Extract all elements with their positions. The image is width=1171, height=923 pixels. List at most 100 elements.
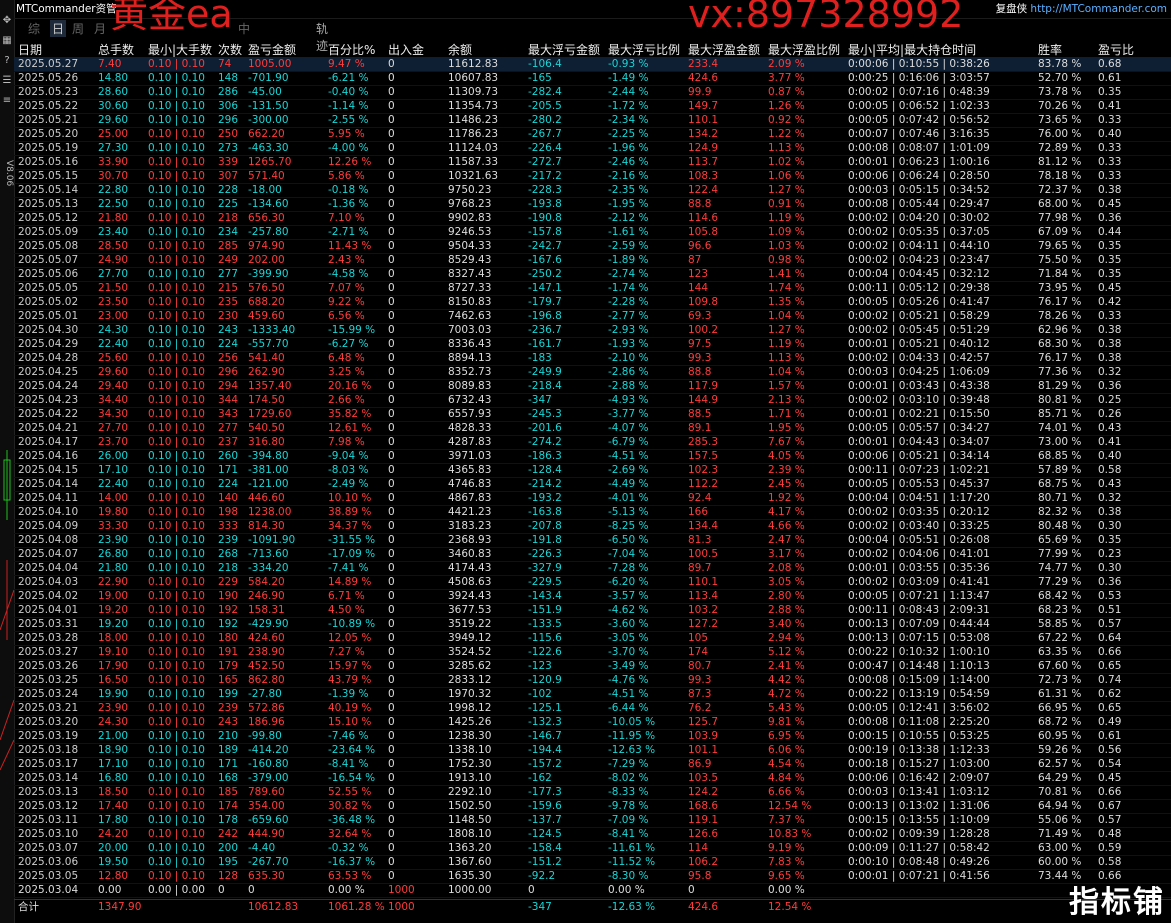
- col-header-percent[interactable]: 百分比%: [328, 41, 375, 58]
- table-row[interactable]: 2025.04.10 19.80 0.10 | 0.10 198 1238.00 38.8…: [14, 505, 1171, 520]
- table-row[interactable]: 2025.03.18 18.90 0.10 | 0.10 189 -414.20 -23.…: [14, 743, 1171, 758]
- table-row[interactable]: 2025.03.13 18.50 0.10 | 0.10 185 789.60 52.55…: [14, 785, 1171, 800]
- col-header-pl-ratio[interactable]: 盈亏比: [1098, 41, 1134, 58]
- table-row[interactable]: 2025.05.16 33.90 0.10 | 0.10 339 1265.70 12.2…: [14, 155, 1171, 170]
- col-header-in-out[interactable]: 出入金: [388, 41, 424, 58]
- col-header-balance[interactable]: 余额: [448, 41, 472, 58]
- col-header-trade-count[interactable]: 次数: [218, 41, 242, 58]
- table-row[interactable]: 2025.05.26 14.80 0.10 | 0.10 148 -701.90 -6.2…: [14, 71, 1171, 86]
- table-row[interactable]: 2025.05.21 29.60 0.10 | 0.10 296 -300.00 -2.5…: [14, 113, 1171, 128]
- table-row[interactable]: 2025.04.28 25.60 0.10 | 0.10 256 541.40 6.48 …: [14, 351, 1171, 366]
- table-row[interactable]: 2025.03.07 20.00 0.10 | 0.10 200 -4.40 -0.32 …: [14, 841, 1171, 856]
- col-header-total-lots[interactable]: 总手数: [98, 41, 134, 58]
- col-header-hold-times[interactable]: 最小|平均|最大持仓时间: [848, 41, 976, 58]
- table-row[interactable]: 2025.03.17 17.10 0.10 | 0.10 171 -160.80 -8.4…: [14, 757, 1171, 772]
- table-row[interactable]: 2025.05.02 23.50 0.10 | 0.10 235 688.20 9.22 …: [14, 295, 1171, 310]
- table-row[interactable]: 2025.05.14 22.80 0.10 | 0.10 228 -18.00 -0.18…: [14, 183, 1171, 198]
- table-row[interactable]: 2025.03.20 24.30 0.10 | 0.10 243 186.96 15.10…: [14, 715, 1171, 730]
- cell-trade-count: 234: [218, 226, 239, 238]
- help-icon[interactable]: ?: [0, 54, 14, 68]
- table-row[interactable]: 2025.03.11 17.80 0.10 | 0.10 178 -659.60 -36.…: [14, 813, 1171, 828]
- chart-icon[interactable]: ▦: [0, 34, 14, 48]
- table-row[interactable]: 2025.03.12 17.40 0.10 | 0.10 174 354.00 30.82…: [14, 799, 1171, 814]
- cell-min-max-lots: 0.10 | 0.10: [148, 128, 205, 140]
- table-row[interactable]: 2025.03.10 24.20 0.10 | 0.10 242 444.90 32.64…: [14, 827, 1171, 842]
- tab-week[interactable]: 周: [72, 20, 84, 37]
- cell-max-float-profit-pct: 2.13 %: [768, 394, 805, 406]
- table-row[interactable]: 2025.05.07 24.90 0.10 | 0.10 249 202.00 2.43 …: [14, 253, 1171, 268]
- review-url[interactable]: http://MTCommander.com: [1030, 3, 1167, 15]
- table-row[interactable]: 2025.04.15 17.10 0.10 | 0.10 171 -381.00 -8.0…: [14, 463, 1171, 478]
- table-row[interactable]: 2025.04.16 26.00 0.10 | 0.10 260 -394.80 -9.0…: [14, 449, 1171, 464]
- table-row[interactable]: 2025.04.04 21.80 0.10 | 0.10 218 -334.20 -7.4…: [14, 561, 1171, 576]
- table-row[interactable]: 2025.04.07 26.80 0.10 | 0.10 268 -713.60 -17.…: [14, 547, 1171, 562]
- tab-summary[interactable]: 综: [28, 20, 40, 37]
- col-header-min-max-lots[interactable]: 最小|大手数: [148, 41, 212, 58]
- col-header-max-float-profit[interactable]: 最大浮盈金额: [688, 41, 760, 58]
- table-row[interactable]: 2025.05.23 28.60 0.10 | 0.10 286 -45.00 -0.40…: [14, 85, 1171, 100]
- table-row[interactable]: 2025.04.29 22.40 0.10 | 0.10 224 -557.70 -6.2…: [14, 337, 1171, 352]
- table-row[interactable]: 2025.03.21 23.90 0.10 | 0.10 239 572.86 40.19…: [14, 701, 1171, 716]
- cell-max-float-loss-pct: -2.59 %: [608, 240, 649, 252]
- table-row[interactable]: 2025.04.14 22.40 0.10 | 0.10 224 -121.00 -2.4…: [14, 477, 1171, 492]
- table-row[interactable]: 2025.04.30 24.30 0.10 | 0.10 243 -1333.40 -15…: [14, 323, 1171, 338]
- table-row[interactable]: 2025.04.17 23.70 0.10 | 0.10 237 316.80 7.98 …: [14, 435, 1171, 450]
- table-row[interactable]: 2025.04.09 33.30 0.10 | 0.10 333 814.30 34.37…: [14, 519, 1171, 534]
- table-row[interactable]: 2025.05.05 21.50 0.10 | 0.10 215 576.50 7.07 …: [14, 281, 1171, 296]
- table-row[interactable]: 2025.03.19 21.00 0.10 | 0.10 210 -99.80 -7.46…: [14, 729, 1171, 744]
- table-row[interactable]: 2025.03.25 16.50 0.10 | 0.10 165 862.80 43.79…: [14, 673, 1171, 688]
- col-header-win-rate[interactable]: 胜率: [1038, 41, 1062, 58]
- move-icon[interactable]: ✥: [0, 14, 14, 28]
- table-row[interactable]: 2025.03.24 19.90 0.10 | 0.10 199 -27.80 -1.39…: [14, 687, 1171, 702]
- cell-pl-ratio: 0.66: [1098, 646, 1122, 658]
- table-row[interactable]: 2025.03.05 12.80 0.10 | 0.10 128 635.30 63.53…: [14, 869, 1171, 884]
- table-row[interactable]: 2025.04.22 34.30 0.10 | 0.10 343 1729.60 35.8…: [14, 407, 1171, 422]
- table-row[interactable]: 2025.05.27 7.40 0.10 | 0.10 74 1005.00 9.47 %…: [14, 57, 1171, 72]
- table-row[interactable]: 2025.04.23 34.40 0.10 | 0.10 344 174.50 2.66 …: [14, 393, 1171, 408]
- table-row[interactable]: 2025.05.01 23.00 0.10 | 0.10 230 459.60 6.56 …: [14, 309, 1171, 324]
- table-row[interactable]: 2025.05.06 27.70 0.10 | 0.10 277 -399.90 -4.5…: [14, 267, 1171, 282]
- cell-max-float-profit-pct: 0.91 %: [768, 198, 805, 210]
- col-header-pnl[interactable]: 盈亏金额: [248, 41, 296, 58]
- table-row[interactable]: 2025.04.01 19.20 0.10 | 0.10 192 158.31 4.50 …: [14, 603, 1171, 618]
- cell-pl-ratio: 0.68: [1098, 58, 1122, 70]
- table-row[interactable]: 2025.04.03 22.90 0.10 | 0.10 229 584.20 14.89…: [14, 575, 1171, 590]
- table-row[interactable]: 2025.05.19 27.30 0.10 | 0.10 273 -463.30 -4.0…: [14, 141, 1171, 156]
- col-header-max-float-profit-pct[interactable]: 最大浮盈比例: [768, 41, 840, 58]
- table-row[interactable]: 2025.05.15 30.70 0.10 | 0.10 307 571.40 5.86 …: [14, 169, 1171, 184]
- table-row[interactable]: 2025.04.25 29.60 0.10 | 0.10 296 262.90 3.25 …: [14, 365, 1171, 380]
- table-row[interactable]: 2025.04.11 14.00 0.10 | 0.10 140 446.60 10.10…: [14, 491, 1171, 506]
- table-row[interactable]: 2025.04.24 29.40 0.10 | 0.10 294 1357.40 20.1…: [14, 379, 1171, 394]
- table-row[interactable]: 2025.03.28 18.00 0.10 | 0.10 180 424.60 12.05…: [14, 631, 1171, 646]
- table-row[interactable]: 2025.04.02 19.00 0.10 | 0.10 190 246.90 6.71 …: [14, 589, 1171, 604]
- table-row[interactable]: 2025.03.27 19.10 0.10 | 0.10 191 238.90 7.27 …: [14, 645, 1171, 660]
- table-row[interactable]: 2025.05.20 25.00 0.10 | 0.10 250 662.20 5.95 …: [14, 127, 1171, 142]
- table-row[interactable]: 2025.03.04 0.00 0.00 | 0.00 0 0 0.00 % 1000 100…: [14, 883, 1171, 898]
- table-row[interactable]: 2025.05.09 23.40 0.10 | 0.10 234 -257.80 -2.7…: [14, 225, 1171, 240]
- table-row[interactable]: 2025.04.08 23.90 0.10 | 0.10 239 -1091.90 -31…: [14, 533, 1171, 548]
- table-row[interactable]: 2025.03.26 17.90 0.10 | 0.10 179 452.50 15.97…: [14, 659, 1171, 674]
- cell-max-float-profit: 122.4: [688, 184, 719, 196]
- tab-day[interactable]: 日: [50, 20, 67, 37]
- table-row[interactable]: 2025.03.14 16.80 0.10 | 0.10 168 -379.00 -16.…: [14, 771, 1171, 786]
- table-row[interactable]: 2025.03.06 19.50 0.10 | 0.10 195 -267.70 -16.…: [14, 855, 1171, 870]
- table-row[interactable]: 2025.05.12 21.80 0.10 | 0.10 218 656.30 7.10 …: [14, 211, 1171, 226]
- col-header-max-float-loss[interactable]: 最大浮亏金额: [528, 41, 600, 58]
- cell-date: 2025.05.12: [18, 212, 79, 224]
- tab-month[interactable]: 月: [94, 20, 106, 37]
- table-row[interactable]: 2025.05.08 28.50 0.10 | 0.10 285 974.90 11.43…: [14, 239, 1171, 254]
- col-header-date[interactable]: 日期: [18, 41, 42, 58]
- review-link[interactable]: 复盘侠 http://MTCommander.com: [996, 1, 1167, 16]
- table-row[interactable]: 2025.03.31 19.20 0.10 | 0.10 192 -429.90 -10.…: [14, 617, 1171, 632]
- table-row[interactable]: 2025.05.13 22.50 0.10 | 0.10 225 -134.60 -1.3…: [14, 197, 1171, 212]
- cell-total-lots: 14.00: [98, 492, 129, 504]
- col-header-max-float-loss-pct[interactable]: 最大浮亏比例: [608, 41, 680, 58]
- list-icon[interactable]: ≡: [0, 94, 14, 108]
- cell-win-rate: 62.57 %: [1038, 758, 1082, 770]
- table-row[interactable]: 2025.04.21 27.70 0.10 | 0.10 277 540.50 12.61…: [14, 421, 1171, 436]
- cell-date: 2025.05.27: [18, 58, 79, 70]
- cell-max-float-loss-pct: -2.88 %: [608, 380, 649, 392]
- settings-icon[interactable]: ☰: [0, 74, 14, 88]
- tab-mid[interactable]: 中: [238, 20, 250, 37]
- table-row[interactable]: 2025.05.22 30.60 0.10 | 0.10 306 -131.50 -1.1…: [14, 99, 1171, 114]
